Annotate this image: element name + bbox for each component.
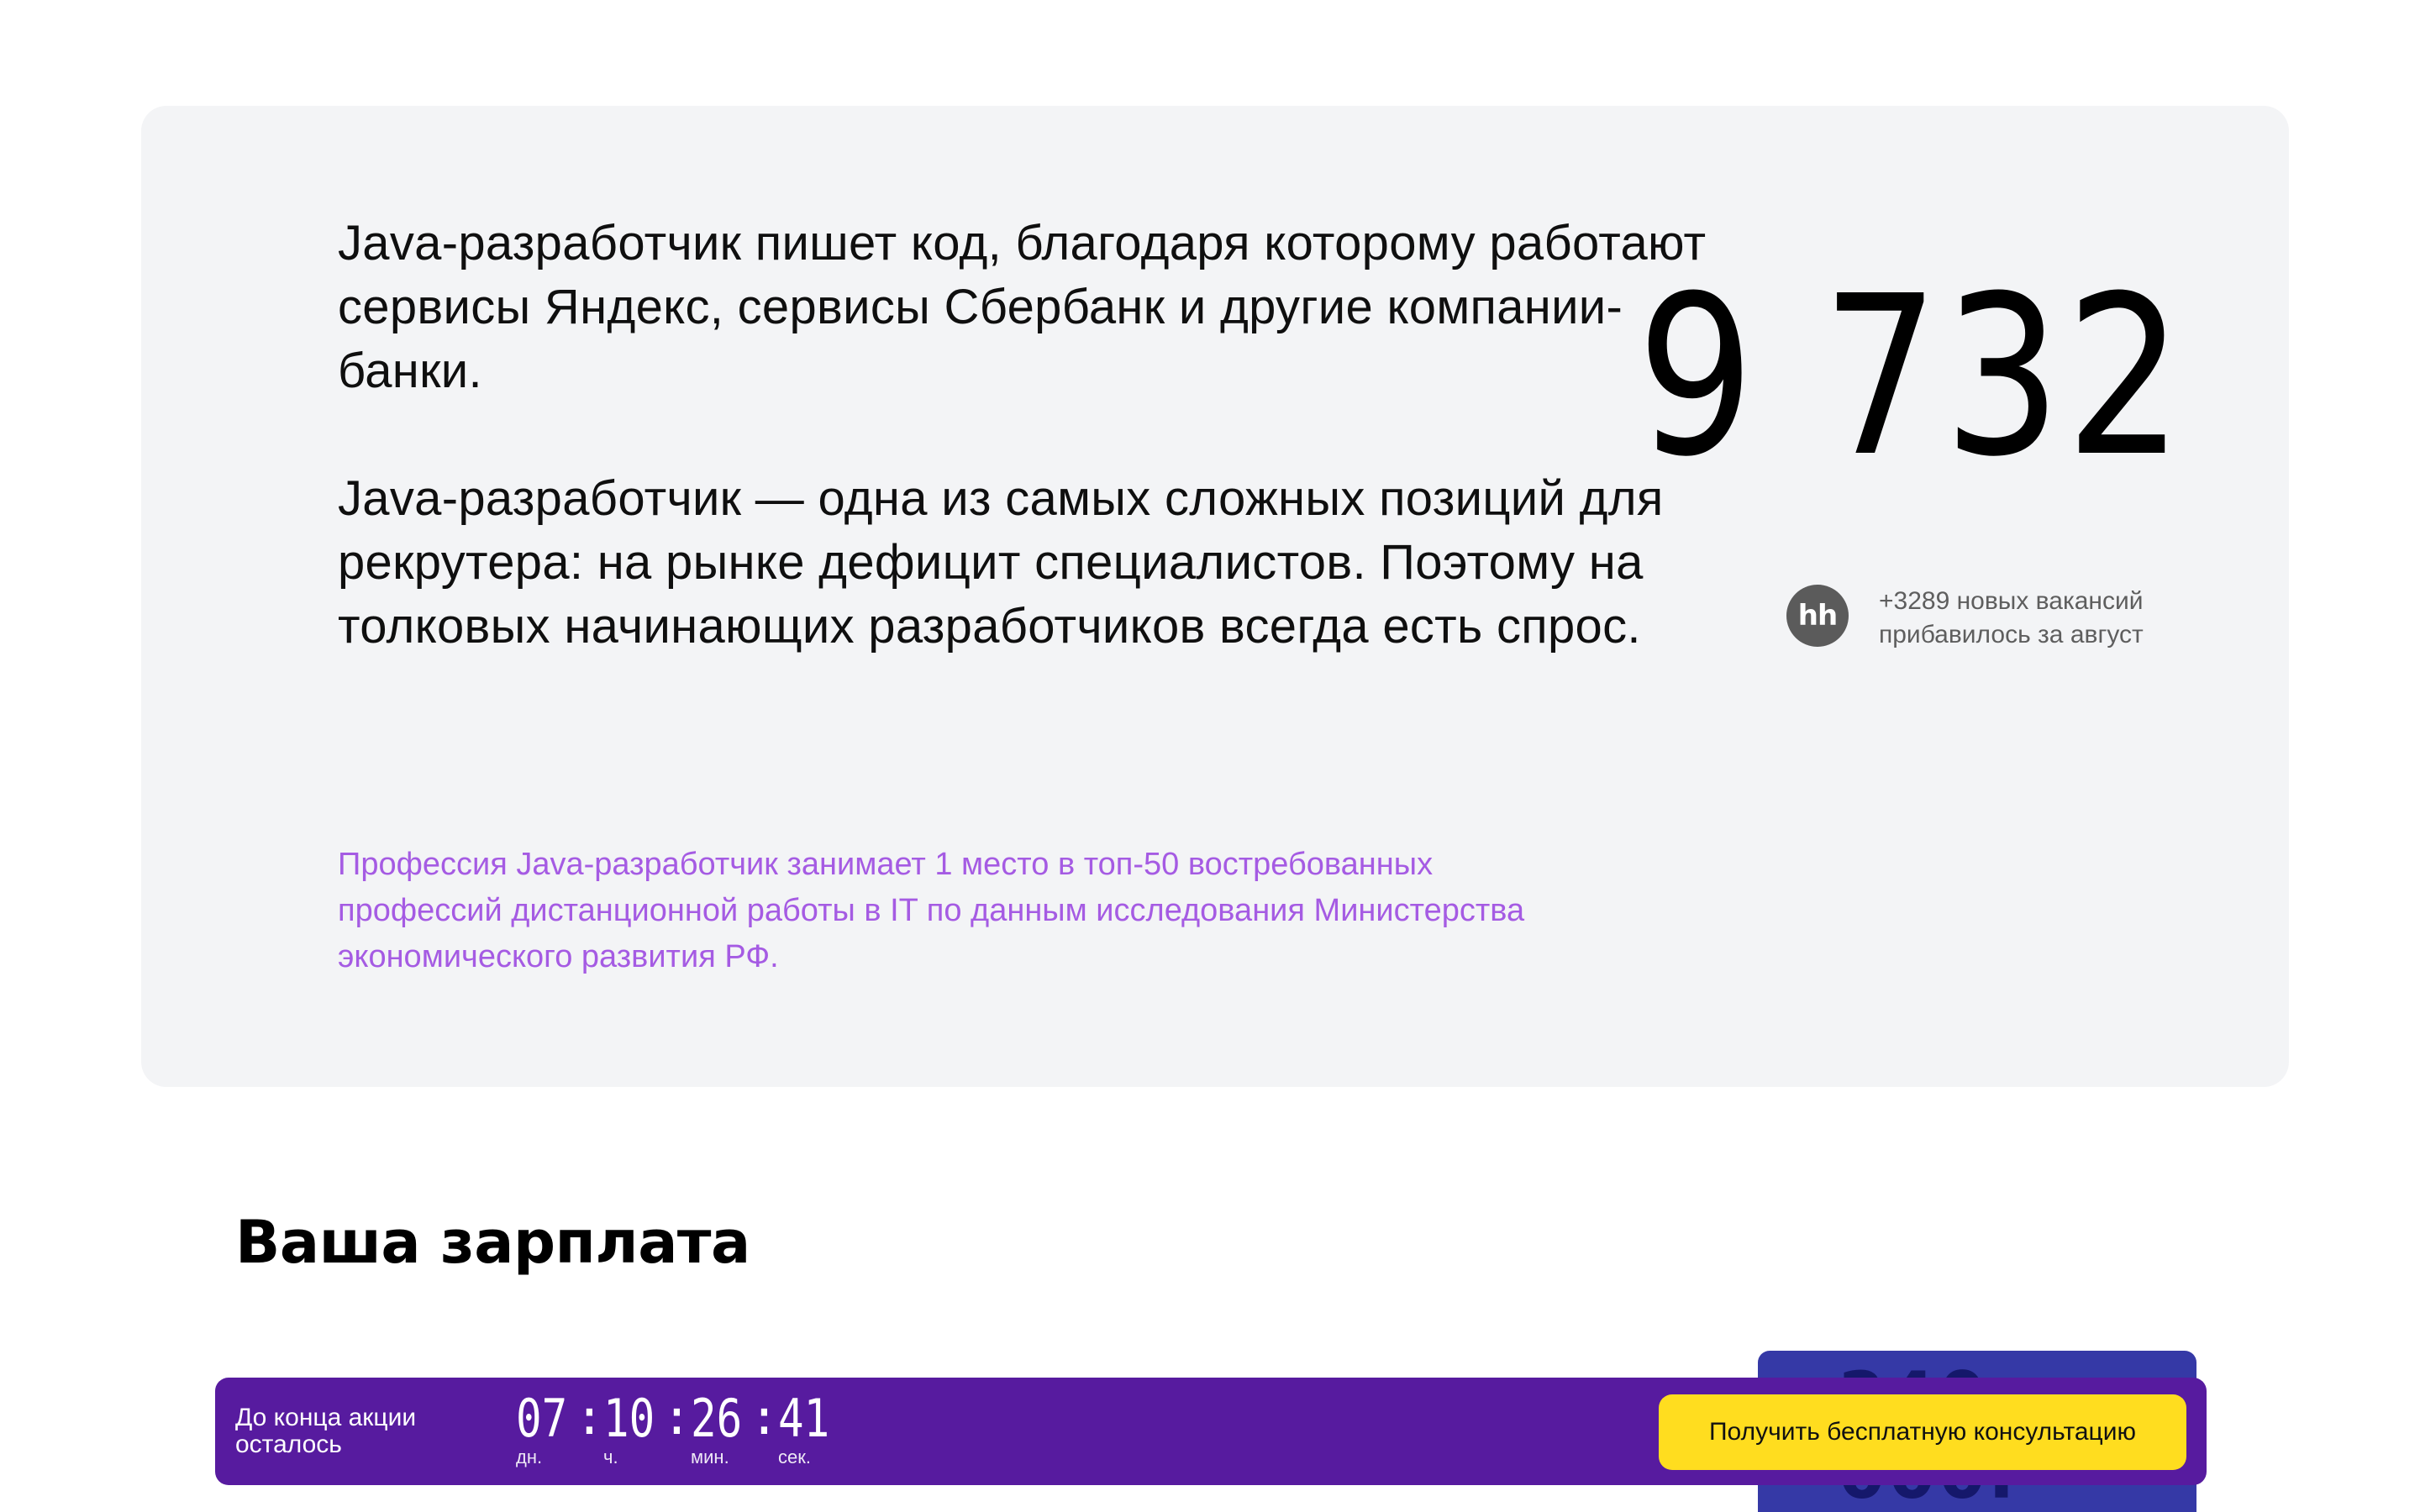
vacancy-caption-line-2: прибавилось за август — [1879, 621, 2144, 648]
countdown-days-value: 07 — [516, 1388, 568, 1449]
countdown-timer: 07 дн. : 10 ч. : 26 мин. : 41 сек. — [516, 1391, 837, 1475]
vacancy-caption: +3289 новых вакансий прибавилось за авгу… — [1879, 585, 2316, 652]
promo-bar: До конца акции осталось 07 дн. : 10 ч. :… — [215, 1378, 2207, 1485]
promo-label-line-1: До конца акции — [235, 1404, 417, 1431]
countdown-minutes-value: 26 — [691, 1388, 743, 1449]
countdown-separator: : — [575, 1389, 604, 1446]
vacancy-count: 9 732 — [1637, 249, 2188, 505]
countdown-separator: : — [750, 1389, 779, 1446]
countdown-seconds-value: 41 — [778, 1388, 830, 1449]
promo-label-line-2: осталось — [235, 1431, 342, 1458]
salary-section-title: Ваша зарплата — [235, 1208, 750, 1277]
countdown-days-label: дн. — [516, 1446, 543, 1467]
promo-label: До конца акции осталось — [235, 1404, 487, 1458]
countdown-seconds: 41 сек. — [778, 1391, 837, 1467]
description-paragraph-2: Java-разработчик — одна из самых сложных… — [338, 471, 1664, 654]
free-consultation-button[interactable]: Получить бесплатную консультацию — [1659, 1394, 2186, 1470]
description-paragraph-1: Java-разработчик пишет код, благодаря ко… — [338, 216, 1707, 398]
info-card: Java-разработчик пишет код, благодаря ко… — [141, 106, 2289, 1087]
countdown-hours-label: ч. — [603, 1446, 618, 1467]
description: Java-разработчик пишет код, благодаря ко… — [338, 212, 1716, 659]
countdown-minutes: 26 мин. — [691, 1391, 750, 1467]
vacancy-caption-line-1: +3289 новых вакансий — [1879, 587, 2144, 615]
hh-logo-icon: hh — [1786, 585, 1849, 647]
countdown-seconds-label: сек. — [778, 1446, 811, 1467]
countdown-days: 07 дн. — [516, 1391, 575, 1467]
countdown-hours: 10 ч. — [603, 1391, 662, 1467]
countdown-minutes-label: мин. — [691, 1446, 729, 1467]
ranking-fact: Профессия Java-разработчик занимает 1 ме… — [338, 847, 1525, 974]
countdown-hours-value: 10 — [603, 1388, 655, 1449]
countdown-separator: : — [662, 1389, 692, 1446]
